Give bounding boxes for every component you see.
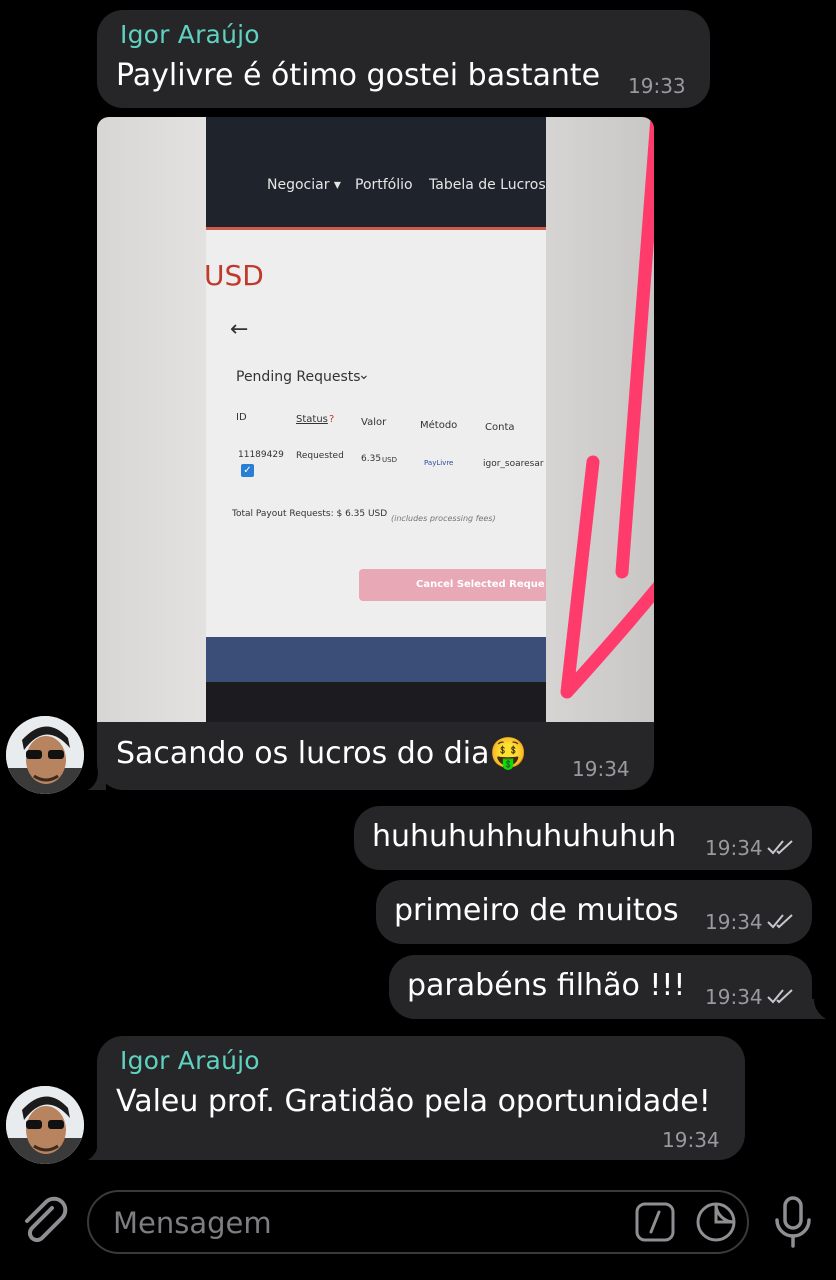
annotation-arrow-icon: [560, 117, 654, 699]
message-time: 19:34: [705, 910, 763, 934]
message-time: 19:33: [628, 74, 686, 98]
message-time: 19:34: [662, 1128, 720, 1152]
sender-name[interactable]: Igor Araújo: [120, 1046, 260, 1075]
message-bubble[interactable]: Igor Araújo Valeu prof. Gratidão pela op…: [97, 1036, 745, 1160]
message-text: parabéns filhão !!!: [407, 968, 686, 1003]
message-bubble[interactable]: Igor Araújo Paylivre é ótimo gostei bast…: [97, 10, 710, 108]
photo-attachment[interactable]: Negociar ▾ Portfólio Tabela de Lucros US…: [97, 117, 654, 722]
message-time: 19:34: [572, 757, 630, 781]
message-bubble[interactable]: huhuhuhhuhuhuhuh 19:34: [354, 806, 812, 870]
double-check-icon: [767, 914, 793, 929]
message-text: primeiro de muitos: [394, 893, 679, 928]
caption-bubble[interactable]: Sacando os lucros do dia🤑 19:34: [97, 722, 654, 790]
message-time: 19:34: [705, 985, 763, 1009]
double-check-icon: [767, 989, 793, 1004]
avatar[interactable]: [6, 716, 84, 794]
sender-name[interactable]: Igor Araújo: [120, 20, 260, 49]
sticker-icon[interactable]: [694, 1200, 738, 1244]
avatar[interactable]: [6, 1086, 84, 1164]
bubble-tail: [88, 771, 106, 790]
message-bubble[interactable]: parabéns filhão !!! 19:34: [389, 955, 812, 1019]
attach-icon[interactable]: [18, 1196, 70, 1248]
message-time: 19:34: [705, 836, 763, 860]
message-text: Valeu prof. Gratidão pela oportunidade!: [116, 1084, 711, 1119]
message-input-placeholder: Mensagem: [113, 1206, 272, 1240]
message-text: Paylivre é ótimo gostei bastante: [116, 58, 601, 93]
message-bubble[interactable]: primeiro de muitos 19:34: [376, 880, 812, 944]
message-text: Sacando os lucros do dia🤑: [116, 736, 527, 771]
message-text: huhuhuhhuhuhuhuh: [372, 819, 677, 854]
microphone-icon[interactable]: [771, 1194, 815, 1250]
slash-command-icon[interactable]: [635, 1202, 675, 1242]
message-input[interactable]: Mensagem: [87, 1190, 749, 1254]
bubble-tail: [806, 999, 826, 1019]
double-check-icon: [767, 840, 793, 855]
bubble-tail: [88, 1140, 106, 1160]
